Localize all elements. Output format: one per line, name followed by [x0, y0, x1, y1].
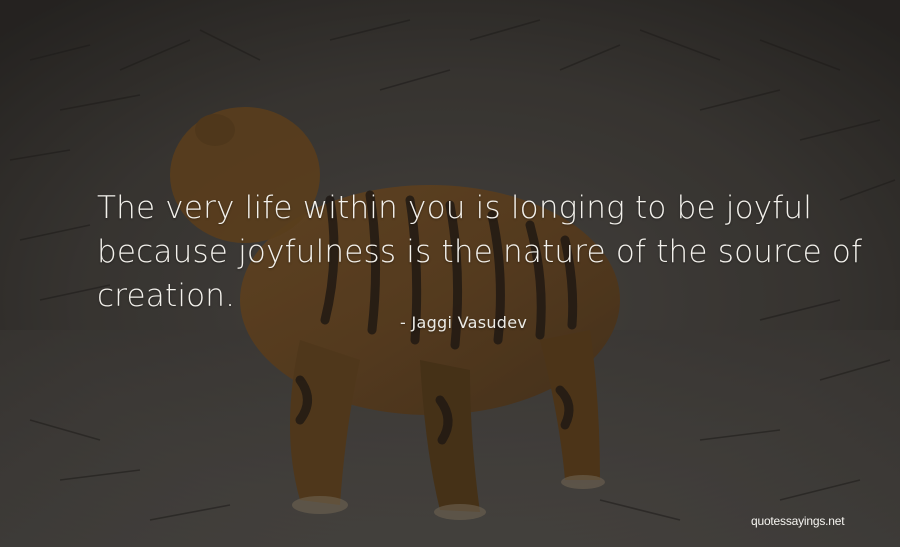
quote-line: because joyfulness is the nature of the … [97, 234, 863, 270]
quote-image: The very life within you is longing to b… [0, 0, 900, 547]
quote-text: The very life within you is longing to b… [97, 186, 863, 318]
quote-line: creation. [97, 278, 236, 314]
quote-author: - Jaggi Vasudev [400, 313, 528, 332]
site-watermark: quotessayings.net [751, 514, 845, 528]
quote-line: The very life within you is longing to b… [97, 190, 813, 226]
